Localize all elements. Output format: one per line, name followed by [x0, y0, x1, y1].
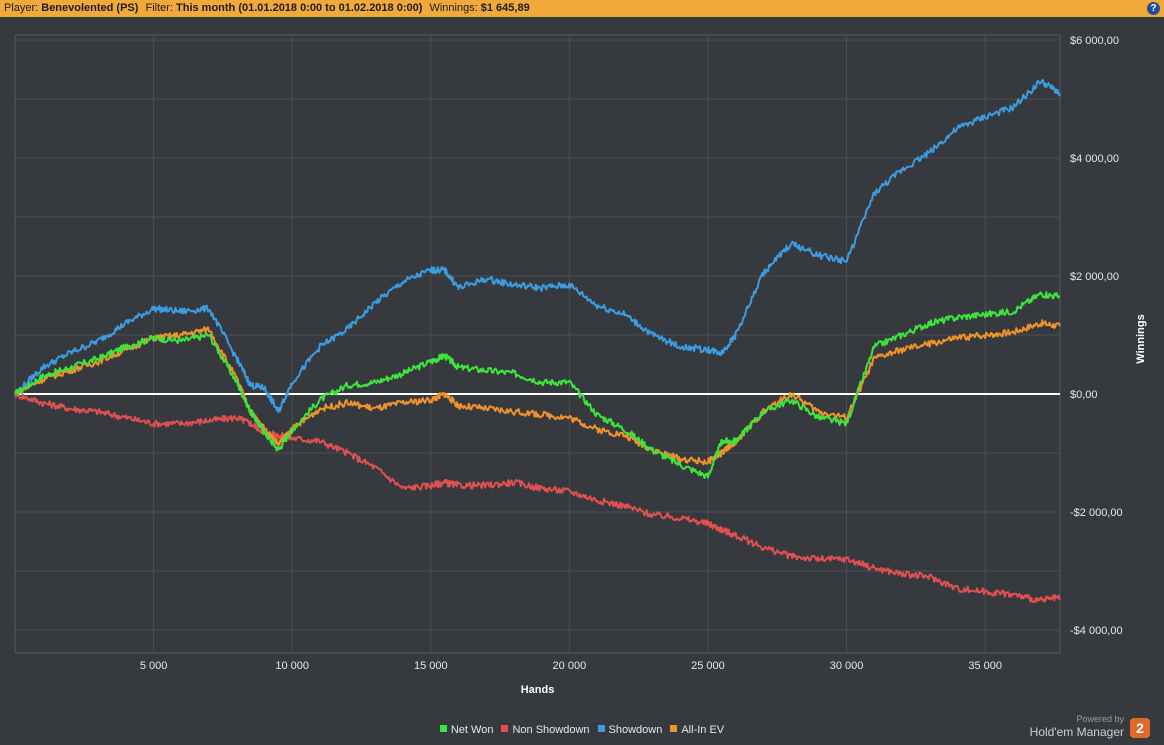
- brand-watermark: Powered by Hold'em Manager 2: [1010, 714, 1150, 742]
- legend-label: Non Showdown: [512, 724, 590, 736]
- y-tick-label: $0,00: [1070, 389, 1098, 401]
- legend-swatch: [439, 725, 447, 732]
- help-icon[interactable]: ?: [1147, 2, 1160, 15]
- y-tick-label: $2 000,00: [1070, 271, 1119, 283]
- legend-item[interactable]: Showdown: [597, 724, 663, 736]
- legend-swatch: [597, 725, 605, 732]
- chart-legend: Net Won Non Showdown Showdown All-In EV: [0, 724, 1164, 736]
- x-tick-label: 5 000: [140, 660, 168, 672]
- legend-swatch: [670, 725, 678, 732]
- winnings-graph: 5 000 10 000 15 000 20 000 25 000 30 000 35 00…: [14, 34, 1147, 696]
- x-tick-label: 15 000: [414, 660, 448, 672]
- legend-label: Showdown: [608, 724, 663, 736]
- legend-label: All-In EV: [681, 724, 725, 736]
- y-tick-label: -$2 000,00: [1070, 507, 1123, 519]
- x-tick-label: 30 000: [830, 660, 864, 672]
- y-tick-label: $4 000,00: [1070, 153, 1119, 165]
- brand-name: Hold'em Manager: [1029, 725, 1124, 739]
- x-tick-label: 35 000: [968, 660, 1002, 672]
- y-axis-title: Winnings: [1135, 314, 1147, 363]
- legend-item[interactable]: All-In EV: [670, 724, 724, 736]
- legend-item[interactable]: Non Showdown: [501, 724, 590, 736]
- x-axis-title: Hands: [521, 684, 555, 696]
- winnings-value: $1 645,89: [480, 2, 530, 14]
- legend-swatch: [501, 725, 509, 732]
- x-tick-label: 10 000: [275, 660, 309, 672]
- player-label: Player:: [4, 2, 39, 14]
- filter-label: Filter:: [145, 2, 174, 14]
- x-tick-label: 20 000: [553, 660, 587, 672]
- legend-label: Net Won: [450, 724, 494, 736]
- hem2-logo: 2: [1130, 718, 1150, 738]
- player-value: Benevolented (PS): [41, 2, 139, 14]
- x-tick-label: 25 000: [691, 660, 725, 672]
- y-tick-label: $6 000,00: [1070, 35, 1119, 47]
- plot-area: [14, 34, 1061, 654]
- y-tick-label: -$4 000,00: [1070, 625, 1123, 637]
- filter-value: This month (01.01.2018 0:00 to 01.02.201…: [176, 2, 423, 14]
- filter-header-bar: Player: Benevolented (PS) Filter: This mon…: [0, 0, 1164, 17]
- legend-item[interactable]: Net Won: [439, 724, 494, 736]
- powered-by-label: Powered by: [1076, 714, 1124, 724]
- winnings-label: Winnings:: [429, 2, 478, 14]
